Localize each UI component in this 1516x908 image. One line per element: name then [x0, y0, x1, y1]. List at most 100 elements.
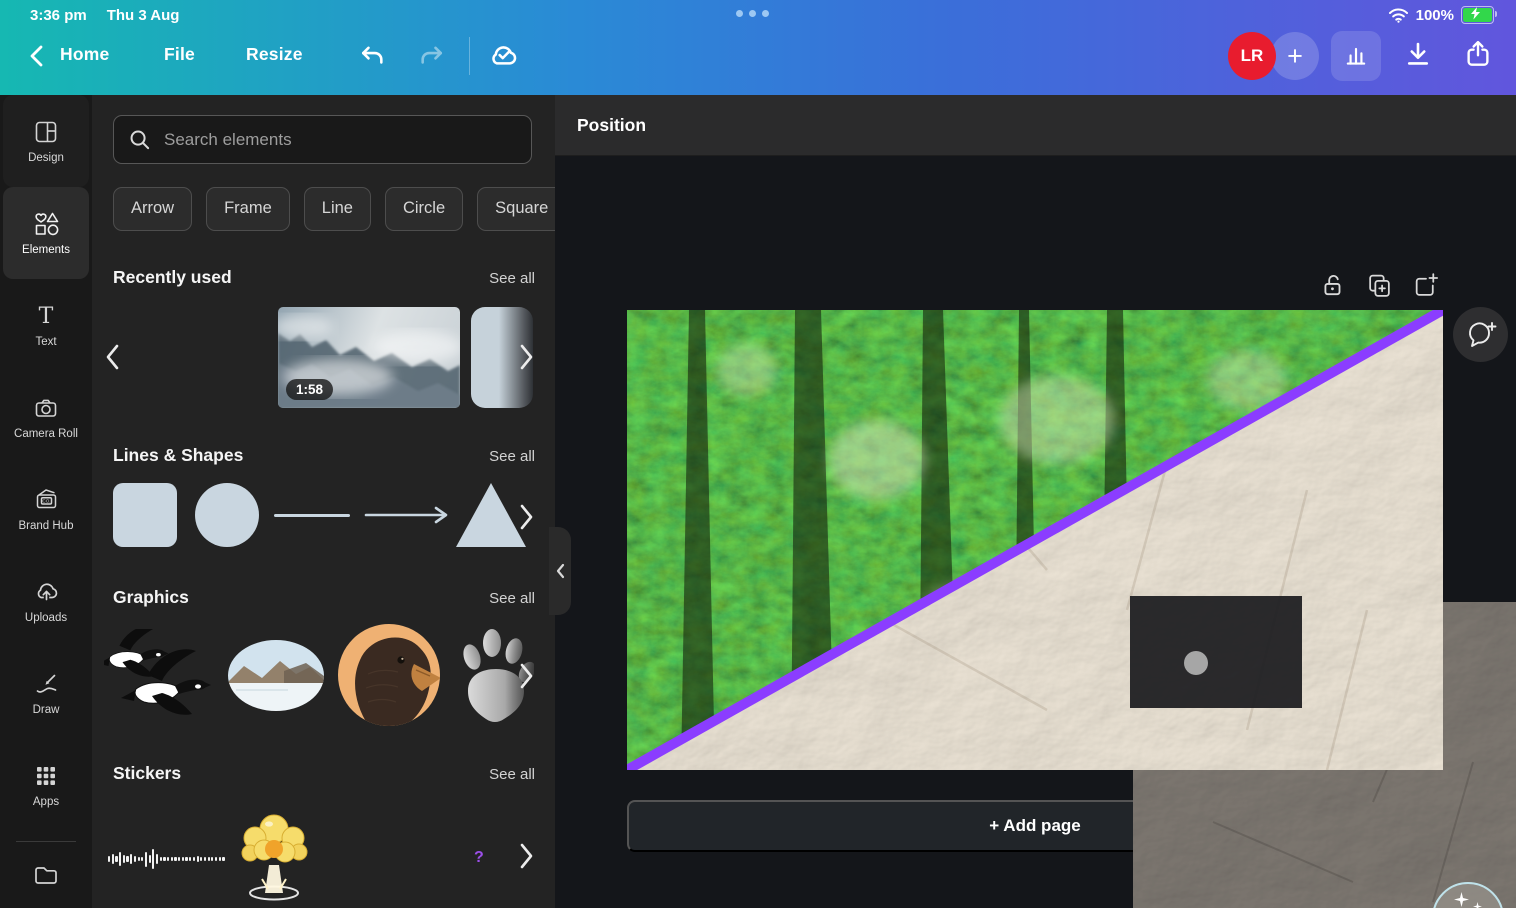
dark-rectangle-element[interactable] [1130, 596, 1302, 708]
panel-collapse-handle[interactable] [549, 527, 571, 615]
search-input[interactable] [162, 129, 517, 151]
avatar[interactable]: LR [1228, 32, 1276, 80]
share-icon[interactable] [1462, 38, 1494, 70]
canva-editor: 3:36 pm Thu 3 Aug 100% Home File Resize [0, 0, 1516, 908]
add-design-button[interactable]: + [1271, 32, 1319, 80]
video-duration-badge: 1:58 [286, 379, 333, 400]
sidebar-item-uploads[interactable]: Uploads [3, 555, 89, 647]
position-title: Position [577, 115, 646, 136]
battery-percent: 100% [1416, 7, 1454, 24]
top-toolbar: 3:36 pm Thu 3 Aug 100% Home File Resize [0, 0, 1516, 95]
section-title: Stickers [113, 763, 181, 784]
shape-circle[interactable] [195, 483, 259, 547]
section-title: Graphics [113, 587, 189, 608]
uploads-icon [33, 578, 60, 605]
elements-panel: Arrow Frame Line Circle Square Recently … [92, 95, 555, 908]
sidebar-divider [16, 841, 76, 842]
multitask-dots-icon[interactable] [736, 10, 769, 17]
text-icon: T [33, 303, 59, 329]
carousel-right-icon[interactable] [520, 344, 533, 370]
svg-text:CO.: CO. [42, 499, 50, 504]
battery-icon [1461, 6, 1494, 24]
search-bar[interactable] [113, 115, 532, 164]
search-icon [128, 128, 151, 151]
design-page[interactable] [627, 310, 1443, 770]
download-icon[interactable] [1402, 38, 1434, 70]
section-recently-used: Recently used See all [113, 267, 535, 288]
lock-open-icon[interactable] [1320, 272, 1348, 300]
menu-resize[interactable]: Resize [246, 44, 303, 65]
dot-element[interactable] [1184, 651, 1208, 675]
svg-text:T: T [39, 304, 54, 329]
sidebar-item-text[interactable]: T Text [3, 279, 89, 371]
back-icon[interactable] [22, 40, 54, 72]
collapse-chevron-icon [556, 563, 565, 579]
chip-line[interactable]: Line [304, 187, 371, 231]
popcorn-burst-sticker[interactable] [238, 809, 310, 901]
diagonal-line-element[interactable] [627, 310, 1443, 770]
elements-icon [33, 210, 60, 237]
shape-triangle[interactable] [456, 483, 526, 547]
cloud-saved-icon[interactable] [487, 38, 519, 70]
status-date: Thu 3 Aug [107, 7, 180, 24]
graphic-geese[interactable] [104, 629, 216, 725]
section-title: Lines & Shapes [113, 445, 243, 466]
sidebar-item-apps[interactable]: Apps [3, 739, 89, 831]
position-bar[interactable]: Position [555, 95, 1516, 156]
menu-home[interactable]: Home [60, 44, 109, 65]
undo-icon[interactable] [356, 40, 388, 72]
see-all-recent[interactable]: See all [489, 270, 535, 287]
graphic-landscape[interactable] [228, 640, 324, 711]
folder-icon [32, 862, 60, 888]
sidebar-item-design[interactable]: Design [3, 95, 89, 187]
filter-chips: Arrow Frame Line Circle Square [113, 187, 555, 231]
chip-arrow[interactable]: Arrow [113, 187, 192, 231]
shape-square[interactable] [113, 483, 177, 547]
design-icon [33, 119, 59, 145]
sparkle-icon-small [1473, 902, 1482, 908]
section-title: Recently used [113, 267, 232, 288]
chip-frame[interactable]: Frame [206, 187, 290, 231]
video-thumbnail[interactable]: 1:58 [278, 307, 460, 408]
see-all-shapes[interactable]: See all [489, 448, 535, 465]
sidebar-item-draw[interactable]: Draw [3, 647, 89, 739]
see-all-graphics[interactable]: See all [489, 590, 535, 607]
shape-arrow[interactable] [364, 505, 450, 525]
redo-icon[interactable] [416, 40, 448, 72]
add-comment-button[interactable] [1453, 307, 1508, 362]
carousel-left-icon[interactable] [106, 344, 119, 370]
add-page-icon[interactable] [1412, 272, 1440, 300]
waveform-sticker[interactable] [108, 847, 225, 871]
section-stickers: Stickers See all [113, 763, 535, 784]
sidebar-item-brand-hub[interactable]: CO. Brand Hub [3, 463, 89, 555]
draw-icon [33, 670, 60, 697]
duplicate-page-icon[interactable] [1366, 272, 1394, 300]
comment-add-icon [1465, 320, 1497, 350]
section-lines-shapes: Lines & Shapes See all [113, 445, 535, 466]
question-mark-sticker[interactable]: ? [474, 849, 484, 867]
shapes-row [92, 481, 555, 553]
chip-square[interactable]: Square [477, 187, 555, 231]
sidebar-item-projects[interactable] [0, 846, 92, 904]
chip-circle[interactable]: Circle [385, 187, 463, 231]
toolbar-divider [469, 37, 470, 75]
graphic-bird-head[interactable] [338, 624, 440, 726]
status-clock: 3:36 pm Thu 3 Aug [30, 7, 179, 24]
graphics-row [92, 623, 555, 729]
see-all-stickers[interactable]: See all [489, 766, 535, 783]
analytics-icon[interactable] [1331, 31, 1381, 81]
section-graphics: Graphics See all [113, 587, 535, 608]
apps-icon [33, 763, 59, 789]
wifi-icon [1388, 8, 1409, 23]
status-indicators: 100% [1388, 6, 1494, 24]
shape-line[interactable] [274, 514, 350, 517]
sidebar-item-elements[interactable]: Elements [3, 187, 89, 279]
brand-hub-icon: CO. [33, 486, 60, 513]
menu-file[interactable]: File [164, 44, 195, 65]
shapes-more-icon[interactable] [520, 504, 533, 530]
stickers-more-icon[interactable] [520, 843, 533, 869]
sidebar: Design Elements T Text [0, 95, 92, 908]
stickers-row: ? [92, 803, 555, 908]
sidebar-item-camera-roll[interactable]: Camera Roll [3, 371, 89, 463]
graphics-more-icon[interactable] [520, 663, 533, 689]
